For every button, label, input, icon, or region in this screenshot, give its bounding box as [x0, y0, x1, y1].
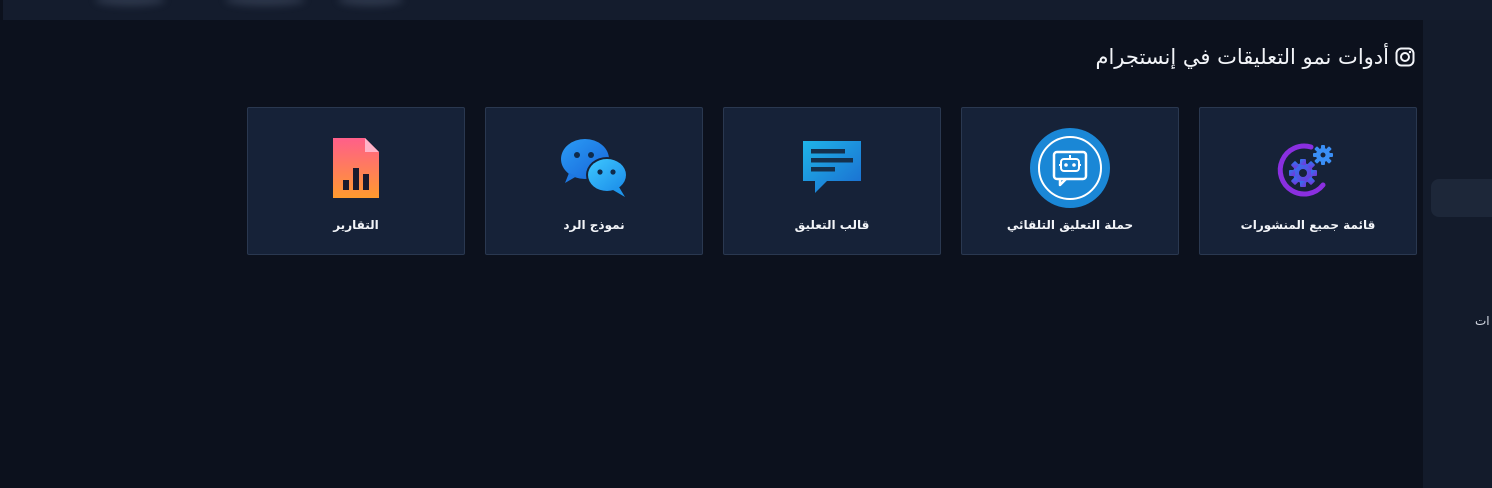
tool-card-reports[interactable]: التقارير [247, 107, 465, 255]
tool-card-label: نموذج الرد [563, 218, 625, 232]
tool-card-label: قالب التعليق [794, 218, 870, 232]
sidebar-active-item[interactable] [1431, 179, 1492, 217]
right-sidebar: ات [1423, 20, 1492, 488]
gears-icon [1268, 128, 1348, 208]
section-title: أدوات نمو التعليقات في إنستجرام [1095, 45, 1415, 69]
report-chart-icon [316, 128, 396, 208]
top-header-bar [3, 0, 1492, 20]
comment-template-icon [792, 128, 872, 208]
tool-card-auto-comment-campaign[interactable]: حملة التعليق التلقائي [961, 107, 1179, 255]
tool-card-all-posts[interactable]: قائمة جميع المنشورات [1199, 107, 1417, 255]
robot-chat-icon [1030, 128, 1110, 208]
tool-card-label: قائمة جميع المنشورات [1240, 218, 1376, 232]
reply-chat-icon [554, 128, 634, 208]
tool-card-label: التقارير [333, 218, 379, 232]
tool-card-label: حملة التعليق التلقائي [1006, 218, 1134, 232]
tool-card-reply-form[interactable]: نموذج الرد [485, 107, 703, 255]
section-title-text: أدوات نمو التعليقات في إنستجرام [1095, 45, 1389, 69]
header-blurred-element [225, 0, 305, 6]
header-blurred-element [338, 0, 403, 6]
tool-card-comment-template[interactable]: قالب التعليق [723, 107, 941, 255]
instagram-icon [1395, 47, 1415, 67]
header-blurred-element [95, 0, 165, 6]
sidebar-item-label[interactable]: ات [1475, 314, 1490, 328]
